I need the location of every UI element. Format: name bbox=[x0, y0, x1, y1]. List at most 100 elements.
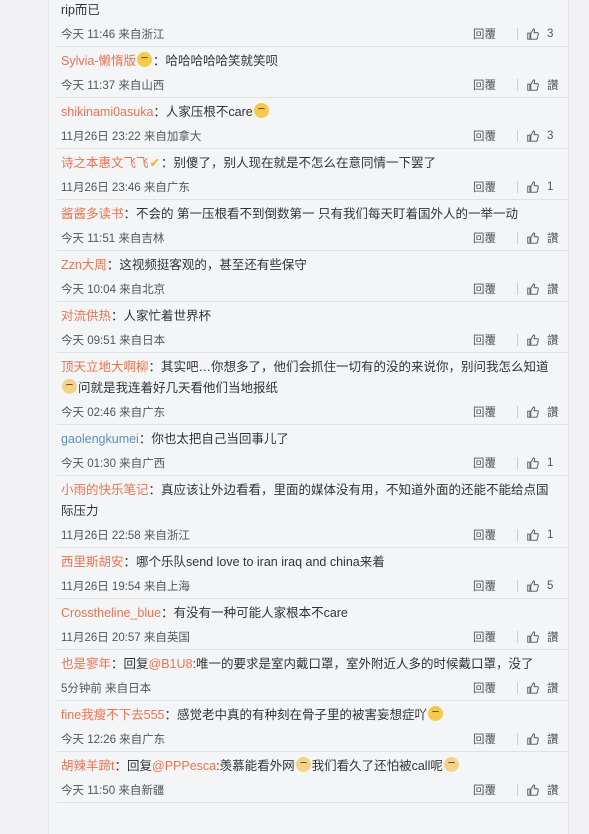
verified-badge-icon: ✔ bbox=[149, 156, 160, 170]
mention-link[interactable]: @B1U8 bbox=[149, 657, 193, 671]
comment-text: ：这视频挺客观的，甚至还有些保守 bbox=[106, 258, 307, 272]
like-button[interactable]: 讚 bbox=[526, 230, 560, 246]
like-count: 讚 bbox=[547, 232, 559, 245]
comment-text: ：回复 bbox=[114, 759, 152, 773]
like-button[interactable]: 讚 bbox=[526, 629, 560, 645]
like-button[interactable]: 5 bbox=[526, 579, 560, 593]
like-button[interactable]: 1 bbox=[526, 528, 560, 542]
reply-button[interactable]: 回覆 bbox=[473, 281, 517, 297]
like-count: 3 bbox=[547, 27, 554, 40]
comment-body: 西里斯胡安：哪个乐队send love to iran iraq and chi… bbox=[61, 552, 560, 573]
divider bbox=[517, 282, 518, 295]
comment-body: Crosstheline_blue：有没有一种可能人家根本不care bbox=[61, 603, 560, 624]
comment-meta: 今天 09:51 来自日本 回覆 讚 bbox=[61, 327, 560, 352]
reply-button[interactable]: 回覆 bbox=[473, 404, 517, 420]
divider bbox=[517, 405, 518, 418]
comment-username[interactable]: shikinami0asuka bbox=[61, 105, 153, 119]
reply-button[interactable]: 回覆 bbox=[473, 230, 517, 246]
comment-body: 胡辣羊蹄t：回复@PPPesca:羡慕能看外网 我们看久了还怕被call呢 bbox=[61, 756, 560, 777]
comment-username[interactable]: fine我瘦不下去555 bbox=[61, 708, 165, 722]
reply-button[interactable]: 回覆 bbox=[473, 179, 517, 195]
comment-username[interactable]: 顶天立地大啊柳 bbox=[61, 360, 149, 374]
like-button[interactable]: 讚 bbox=[526, 404, 560, 420]
thumbs-up-icon bbox=[527, 282, 539, 295]
comment-time: 11月26日 22:58 来自浙江 bbox=[61, 529, 190, 542]
comment-meta: 11月26日 20:57 来自英国 回覆 讚 bbox=[61, 624, 560, 649]
divider bbox=[517, 456, 518, 469]
reply-button[interactable]: 回覆 bbox=[473, 26, 517, 42]
like-button[interactable]: 讚 bbox=[526, 77, 560, 93]
comment-body: 酱酱多读书：不会的 第一压根看不到倒数第一 只有我们每天盯着国外人的一举一动 bbox=[61, 204, 560, 225]
comment-text: ：别傻了，别人现在就是不怎么在意同情一下罢了 bbox=[161, 156, 437, 170]
mention-link[interactable]: @PPPesca bbox=[152, 759, 216, 773]
comment-username[interactable]: gaolengkumei bbox=[61, 432, 139, 446]
comment-actions: 回覆 1 bbox=[473, 179, 560, 195]
comment-text-continued-2: 我们看久了还怕被call呢 bbox=[311, 759, 443, 773]
reply-button[interactable]: 回覆 bbox=[473, 578, 517, 594]
like-button[interactable]: 讚 bbox=[526, 782, 560, 798]
comment-time: 11月26日 20:57 来自英国 bbox=[61, 631, 190, 644]
comment-username[interactable]: 小雨的快乐笔记 bbox=[61, 483, 149, 497]
like-count: 讚 bbox=[547, 784, 559, 797]
comment-username[interactable]: 西里斯胡安 bbox=[61, 555, 124, 569]
like-button[interactable]: 讚 bbox=[526, 332, 560, 348]
comment-body: Sylvia-懒惰版 ：哈哈哈哈哈笑就笑呗 bbox=[61, 51, 560, 72]
comment-username[interactable]: Zzn大周 bbox=[61, 258, 107, 272]
comment-actions: 回覆 5 bbox=[473, 578, 560, 594]
list-item: 胡辣羊蹄t：回复@PPPesca:羡慕能看外网 我们看久了还怕被call呢 今天 … bbox=[57, 752, 568, 803]
like-button[interactable]: 讚 bbox=[526, 680, 560, 696]
reply-button[interactable]: 回覆 bbox=[473, 128, 517, 144]
comment-username[interactable]: 胡辣羊蹄t bbox=[61, 759, 114, 773]
thumbs-up-icon bbox=[527, 78, 539, 91]
reply-button[interactable]: 回覆 bbox=[473, 782, 517, 798]
like-button[interactable]: 讚 bbox=[526, 731, 560, 747]
reply-button[interactable]: 回覆 bbox=[473, 332, 517, 348]
reply-button[interactable]: 回覆 bbox=[473, 731, 517, 747]
comment-actions: 回覆 讚 bbox=[473, 731, 560, 747]
like-button[interactable]: 1 bbox=[526, 180, 560, 194]
comment-actions: 回覆 讚 bbox=[473, 230, 560, 246]
thumbs-up-icon bbox=[527, 405, 539, 418]
comment-text: ：不会的 第一压根看不到倒数第一 只有我们每天盯着国外人的一举一动 bbox=[123, 207, 518, 221]
comment-username[interactable]: 也是寥年 bbox=[61, 657, 111, 671]
list-item: 也是寥年：回复@B1U8:唯一的要求是室内戴口罩，室外附近人多的时候戴口罩，没了… bbox=[57, 650, 568, 701]
comment-time: 今天 09:51 来自日本 bbox=[61, 334, 166, 347]
comment-time: 11月26日 19:54 来自上海 bbox=[61, 580, 190, 593]
comment-actions: 回覆 3 bbox=[473, 26, 560, 42]
list-item: 顶天立地大啊柳：其实吧…你想多了，他们会抓住一切有的没的来说你，别问我怎么知道问… bbox=[57, 353, 568, 425]
comment-meta: 今天 12:26 来自广东 回覆 讚 bbox=[61, 726, 560, 751]
like-count: 1 bbox=[547, 180, 554, 193]
like-button[interactable]: 讚 bbox=[526, 281, 560, 297]
reply-button[interactable]: 回覆 bbox=[473, 455, 517, 471]
comment-username[interactable]: 酱酱多读书 bbox=[61, 207, 124, 221]
comment-time: 5分钟前 来自日本 bbox=[61, 682, 152, 695]
comment-text: ：其实吧…你想多了，他们会抓住一切有的没的来说你，别问我怎么知道 bbox=[148, 360, 549, 374]
like-count: 讚 bbox=[547, 283, 559, 296]
divider bbox=[517, 630, 518, 643]
list-item: fine我瘦不下去555：感觉老中真的有种刻在骨子里的被害妄想症吖 今天 12:… bbox=[57, 701, 568, 752]
list-item: 小雨的快乐笔记：真应该让外边看看，里面的媒体没有用，不知道外面的还能不能给点国际… bbox=[57, 476, 568, 548]
list-item: Crosstheline_blue：有没有一种可能人家根本不care 11月26… bbox=[57, 599, 568, 650]
divider bbox=[517, 231, 518, 244]
like-button[interactable]: 3 bbox=[526, 27, 560, 41]
comment-username[interactable]: Sylvia-懒惰版 bbox=[61, 54, 136, 68]
comment-username[interactable]: 对流供热 bbox=[61, 309, 111, 323]
like-button[interactable]: 1 bbox=[526, 456, 560, 470]
thumbs-up-icon bbox=[527, 129, 539, 142]
comment-text: ：哈哈哈哈哈笑就笑呗 bbox=[153, 54, 279, 68]
comment-actions: 回覆 讚 bbox=[473, 404, 560, 420]
reply-button[interactable]: 回覆 bbox=[473, 680, 517, 696]
comment-username[interactable]: 诗之本惠文飞飞 bbox=[61, 156, 149, 170]
reply-button[interactable]: 回覆 bbox=[473, 629, 517, 645]
shrug-emoji-icon bbox=[253, 103, 269, 118]
like-count: 讚 bbox=[547, 79, 559, 92]
reply-button[interactable]: 回覆 bbox=[473, 77, 517, 93]
like-button[interactable]: 3 bbox=[526, 129, 560, 143]
reply-button[interactable]: 回覆 bbox=[473, 527, 517, 543]
comment-time: 今天 11:51 来自吉林 bbox=[61, 232, 165, 245]
divider bbox=[517, 732, 518, 745]
comment-time: 今天 11:37 来自山西 bbox=[61, 79, 165, 92]
comment-time: 11月26日 23:46 来自广东 bbox=[61, 181, 190, 194]
comment-username[interactable]: Crosstheline_blue bbox=[61, 606, 161, 620]
comment-meta: 今天 11:51 来自吉林 回覆 讚 bbox=[61, 225, 560, 250]
